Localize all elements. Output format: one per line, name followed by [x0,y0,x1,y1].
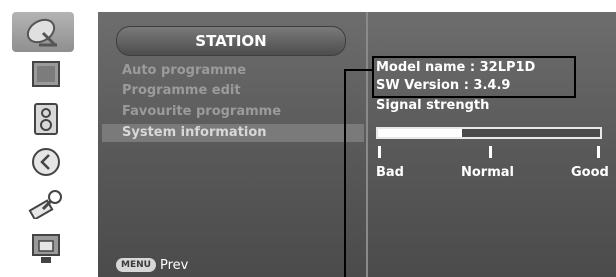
scale-tick-normal [489,146,492,158]
menu-title: STATION [116,26,346,56]
station-menu-panel: STATION Auto programme Programme edit Fa… [98,12,616,277]
menu-item-favourite-programme[interactable]: Favourite programme [122,103,281,121]
picture-icon[interactable] [26,58,66,90]
prev-label: Prev [159,257,189,273]
scale-tick-good [597,146,600,158]
prev-hint[interactable]: MENU Prev [116,256,188,274]
menu-key-badge: MENU [116,258,156,272]
menu-item-auto-programme[interactable]: Auto programme [122,62,246,80]
menu-item-system-information[interactable]: System information [102,124,364,142]
signal-strength-bar [376,127,602,139]
menu-pane: STATION Auto programme Programme edit Fa… [98,12,366,277]
satellite-dish-icon[interactable] [12,12,74,52]
sw-version-text: SW Version : 3.4.9 [376,78,511,93]
callout-line-horizontal [344,69,374,71]
scale-label-bad: Bad [376,165,404,180]
menu-icon-bar [0,0,90,277]
scale-tick-bad [378,146,381,158]
speaker-icon[interactable] [26,103,66,135]
tools-icon[interactable] [26,188,66,220]
scale-label-normal: Normal [461,165,514,180]
signal-strength-fill [378,129,463,137]
screen-lock-icon[interactable] [26,233,66,265]
system-info-pane: Model name : 32LP1D SW Version : 3.4.9 S… [368,12,616,277]
signal-strength-label: Signal strength [376,98,490,113]
scale-label-good: Good [571,165,609,180]
callout-line-vertical [344,69,346,277]
menu-item-programme-edit[interactable]: Programme edit [122,82,241,100]
clock-icon[interactable] [26,146,66,178]
model-name-text: Model name : 32LP1D [376,60,536,75]
